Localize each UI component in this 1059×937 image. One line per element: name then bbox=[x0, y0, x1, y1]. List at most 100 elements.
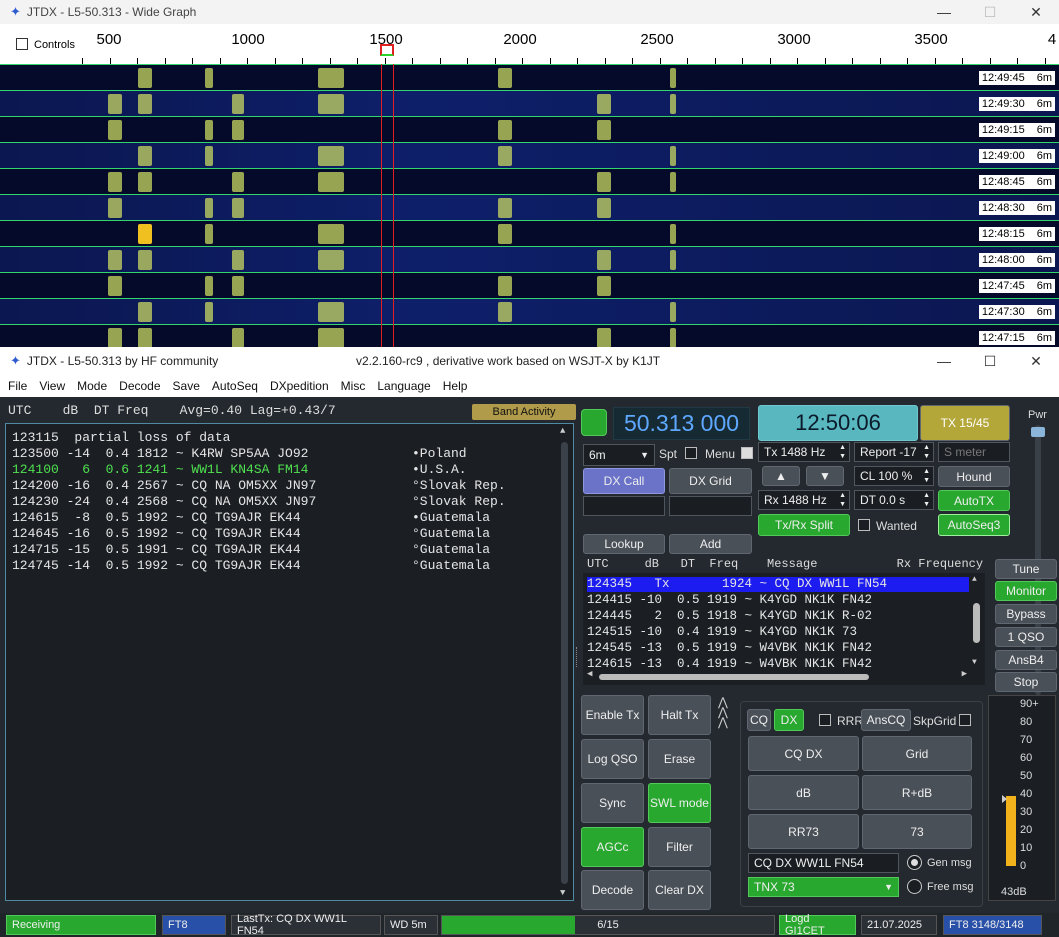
log-qso-button[interactable]: Log QSO bbox=[581, 739, 644, 779]
one-qso-button[interactable]: 1 QSO bbox=[995, 627, 1057, 647]
list-row[interactable]: 124445 2 0.5 1918 ~ K4YGD NK1K R-02 bbox=[587, 609, 872, 623]
autoseq3-button[interactable]: AutoSeq3 bbox=[938, 514, 1010, 536]
menu-dxpedition[interactable]: DXpedition bbox=[270, 379, 329, 393]
up-arrow-icon[interactable]: ▲ bbox=[762, 466, 800, 486]
spt-checkbox[interactable] bbox=[685, 447, 697, 459]
stop-button[interactable]: Stop bbox=[995, 672, 1057, 692]
decode-button[interactable]: Decode bbox=[581, 870, 644, 910]
list-row[interactable]: 124415 -10 0.5 1919 ~ K4YGD NK1K FN42 bbox=[587, 593, 872, 607]
txrx-split-button[interactable]: Tx/Rx Split bbox=[758, 514, 850, 536]
wanted-checkbox[interactable] bbox=[858, 519, 870, 531]
rx-frequency-list[interactable]: 124345 Tx 1924 ~ CQ DX WW1L FN54 124415 -… bbox=[583, 573, 985, 685]
spinner-icon[interactable]: ▲ ▼ bbox=[923, 491, 930, 509]
tx-frequency-spinbox[interactable]: Tx 1488 Hz ▲ ▼ bbox=[758, 442, 850, 462]
enable-tx-button[interactable]: Enable Tx bbox=[581, 695, 644, 735]
cq-button[interactable]: CQ bbox=[747, 709, 771, 731]
minimize-icon[interactable]: — bbox=[921, 0, 967, 24]
gen-msg-radio[interactable] bbox=[907, 855, 922, 870]
spinner-icon[interactable]: ▲ ▼ bbox=[923, 467, 930, 485]
menu-misc[interactable]: Misc bbox=[341, 379, 366, 393]
band-activity-button[interactable]: Band Activity bbox=[472, 404, 576, 420]
autotx-button[interactable]: AutoTX bbox=[938, 490, 1010, 511]
close-icon[interactable]: ✕ bbox=[1013, 0, 1059, 24]
report-spinbox[interactable]: Report -17 ▲ ▼ bbox=[854, 442, 934, 462]
waterfall[interactable]: 12:49:45 6m 12:49:30 6m 12:49:15 6m 12:49:00 6m… bbox=[0, 64, 1059, 347]
list-hscrollbar[interactable]: ◀ ▶ bbox=[587, 669, 967, 683]
tx-period-button[interactable]: TX 15/45 bbox=[920, 405, 1010, 441]
list-row[interactable]: 124545 -13 0.5 1919 ~ W4VBK NK1K FN42 bbox=[587, 641, 872, 655]
minimize-icon[interactable]: — bbox=[921, 349, 967, 373]
decode-row[interactable]: 123115 partial loss of data bbox=[12, 430, 230, 445]
spinner-icon[interactable]: ▲ ▼ bbox=[839, 491, 846, 509]
ansb4-button[interactable]: AnsB4 bbox=[995, 650, 1057, 670]
dial-frequency[interactable]: 50.313 000 bbox=[613, 407, 750, 440]
decode-row[interactable]: 124230 -24 0.4 2568 ~ CQ NA OM5XX JN97 °S… bbox=[12, 494, 506, 509]
rr73-button[interactable]: RR73 bbox=[748, 814, 859, 849]
generated-message-field[interactable]: CQ DX WW1L FN54 bbox=[748, 853, 899, 873]
menu-checkbox[interactable] bbox=[741, 447, 753, 459]
dx-grid-button[interactable]: DX Grid bbox=[669, 468, 752, 494]
sync-button[interactable]: Sync bbox=[581, 783, 644, 823]
menu-save[interactable]: Save bbox=[173, 379, 200, 393]
menu-help[interactable]: Help bbox=[443, 379, 468, 393]
dx-button[interactable]: DX bbox=[774, 709, 804, 731]
cq-dx-button[interactable]: CQ DX bbox=[748, 736, 859, 771]
halt-tx-button[interactable]: Halt Tx bbox=[648, 695, 711, 735]
down-arrow-icon[interactable]: ▼ bbox=[806, 466, 844, 486]
dx-call-input[interactable] bbox=[583, 496, 665, 516]
power-slider-handle[interactable] bbox=[1031, 427, 1045, 437]
spinner-icon[interactable]: ▲ ▼ bbox=[839, 443, 846, 461]
menu-file[interactable]: File bbox=[8, 379, 27, 393]
grid-button[interactable]: Grid bbox=[862, 736, 972, 771]
add-button[interactable]: Add bbox=[669, 534, 752, 554]
seventythree-button[interactable]: 73 bbox=[862, 814, 972, 849]
close-icon[interactable]: ✕ bbox=[1013, 349, 1059, 373]
list-scrollbar[interactable]: ▲ ▼ bbox=[970, 575, 983, 667]
dx-grid-input[interactable] bbox=[669, 496, 752, 516]
free-msg-radio[interactable] bbox=[907, 879, 922, 894]
band-activity-pane[interactable]: 123115 partial loss of data 123500 -14 0.… bbox=[5, 423, 574, 901]
agcc-button[interactable]: AGCc bbox=[581, 827, 644, 867]
filter-button[interactable]: Filter bbox=[648, 827, 711, 867]
cl-spinbox[interactable]: CL 100 % ▲ ▼ bbox=[854, 466, 934, 486]
decode-row[interactable]: 124200 -16 0.4 2567 ~ CQ NA OM5XX JN97 °S… bbox=[12, 478, 506, 493]
controls-checkbox[interactable] bbox=[16, 38, 28, 50]
list-row[interactable]: 124515 -10 0.4 1919 ~ K4YGD NK1K 73 bbox=[587, 625, 857, 639]
maximize-icon[interactable]: ☐ bbox=[967, 0, 1013, 24]
free-message-select[interactable]: TNX 73 ▼ bbox=[748, 877, 899, 897]
menu-view[interactable]: View bbox=[39, 379, 65, 393]
menu-language[interactable]: Language bbox=[377, 379, 430, 393]
decode-row[interactable]: 124715 -15 0.5 1991 ~ CQ TG9AJR EK44 °Gua… bbox=[12, 542, 490, 557]
menu-autoseq[interactable]: AutoSeq bbox=[212, 379, 258, 393]
decode-row[interactable]: 123500 -14 0.4 1812 ~ K4RW SP5AA JO92 •Po… bbox=[12, 446, 467, 461]
bypass-button[interactable]: Bypass bbox=[995, 604, 1057, 624]
rx-frequency-spinbox[interactable]: Rx 1488 Hz ▲ ▼ bbox=[758, 490, 850, 510]
splitter-handle[interactable] bbox=[576, 647, 579, 667]
band-select[interactable]: 6m ▼ bbox=[583, 444, 655, 466]
clear-dx-button[interactable]: Clear DX bbox=[648, 870, 711, 910]
decode-row[interactable]: 124100 6 0.6 1241 ~ WW1L KN4SA FM14 •U.S.… bbox=[12, 462, 467, 477]
menu-decode[interactable]: Decode bbox=[119, 379, 160, 393]
decode-scrollbar[interactable]: ▲ ▼ bbox=[558, 426, 571, 898]
r-db-button[interactable]: R+dB bbox=[862, 775, 972, 810]
rrr-checkbox[interactable] bbox=[819, 714, 831, 726]
s-meter-field[interactable]: S meter bbox=[938, 442, 1010, 462]
tune-button[interactable]: Tune bbox=[995, 559, 1057, 579]
menu-mode[interactable]: Mode bbox=[77, 379, 107, 393]
spinner-icon[interactable]: ▲ ▼ bbox=[923, 443, 930, 461]
hound-button[interactable]: Hound bbox=[938, 466, 1010, 487]
decode-row[interactable]: 124615 -8 0.5 1992 ~ CQ TG9AJR EK44 •Guat… bbox=[12, 510, 490, 525]
anscq-button[interactable]: AnsCQ bbox=[861, 709, 911, 731]
dx-call-button[interactable]: DX Call bbox=[583, 468, 665, 494]
tx-rx-marker[interactable] bbox=[380, 44, 394, 56]
monitor-button[interactable]: Monitor bbox=[995, 581, 1057, 601]
lookup-button[interactable]: Lookup bbox=[583, 534, 665, 554]
swl-mode-button[interactable]: SWL mode bbox=[648, 783, 711, 823]
skpgrid-checkbox[interactable] bbox=[959, 714, 971, 726]
dt-spinbox[interactable]: DT 0.0 s ▲ ▼ bbox=[854, 490, 934, 510]
list-row[interactable]: 124345 Tx 1924 ~ CQ DX WW1L FN54 bbox=[587, 577, 887, 591]
decode-row[interactable]: 124645 -16 0.5 1992 ~ CQ TG9AJR EK44 °Gua… bbox=[12, 526, 490, 541]
erase-button[interactable]: Erase bbox=[648, 739, 711, 779]
maximize-icon[interactable]: ☐ bbox=[967, 349, 1013, 373]
collapse-arrows-icon[interactable]: ⋀ ⋀ ⋀ bbox=[718, 696, 728, 728]
